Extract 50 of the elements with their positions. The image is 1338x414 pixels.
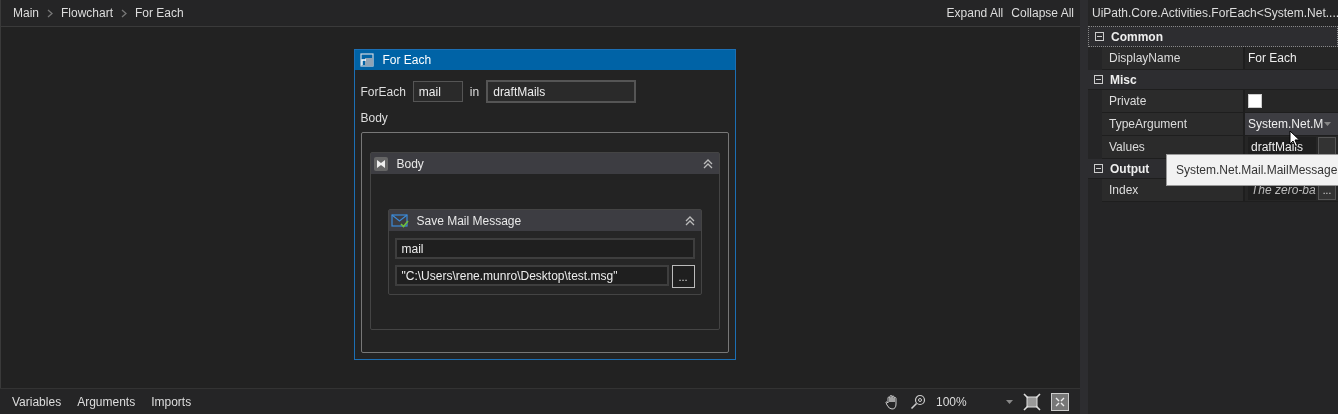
panel-tab[interactable]: Arguments (77, 394, 136, 409)
activity-title: Save Mail Message (416, 213, 523, 228)
category-label: Misc (1110, 72, 1137, 87)
chevron-icon (121, 8, 128, 18)
dropdown-caret-icon (1006, 399, 1013, 404)
breadcrumb-item[interactable]: Flowchart (61, 6, 114, 20)
reset-zoom-icon (1051, 392, 1069, 411)
zoom-icon (910, 393, 926, 410)
hand-icon (884, 393, 900, 410)
panel-tab[interactable]: Variables (12, 394, 62, 409)
fit-screen-icon (1023, 392, 1041, 411)
dropdown-caret-icon (1324, 122, 1331, 126)
collapse-icon (702, 158, 713, 169)
sequence-icon (372, 155, 389, 172)
type-dropdown[interactable]: System.Net.M (1245, 113, 1338, 135)
collapse-icon (684, 215, 695, 226)
field-label: in (469, 84, 480, 99)
collapse-icon[interactable] (1094, 164, 1103, 173)
breadcrumb-item[interactable]: For Each (135, 6, 184, 20)
item-field[interactable]: mail (412, 81, 463, 102)
property-name: TypeArgument (1102, 113, 1245, 135)
envelope-icon (390, 213, 409, 228)
message-field[interactable]: mail (394, 238, 695, 259)
browse-button[interactable] (1318, 137, 1336, 157)
zoom-dropdown[interactable]: 100% (936, 394, 996, 409)
sequence-title: Body (396, 156, 425, 171)
section-label: Body (359, 110, 389, 125)
panel-title: UiPath.Core.Activities.ForEach<System.Net.... (1091, 5, 1338, 22)
toolbar-link[interactable]: Expand All (946, 6, 1004, 20)
sequence-card[interactable]: Body Save Mail Message mail "C:\Users\rene.munro\Desktop\test.msg" ... (369, 152, 720, 330)
activity-card[interactable]: For Each ForEach mail in draftMails Body Body Save Mail Message mail "C:\Users\rene.munro\Desktop\test.msg" ... (353, 49, 736, 360)
values-field[interactable]: draftMails (486, 80, 637, 103)
collapse-icon[interactable] (1095, 32, 1104, 41)
toolbar-link[interactable]: Collapse All (1011, 6, 1074, 20)
checkbox[interactable] (1248, 94, 1262, 108)
activity-title: For Each (382, 53, 432, 67)
property-name: DisplayName (1102, 47, 1245, 69)
collapse-icon[interactable] (1094, 75, 1103, 84)
breadcrumb-item[interactable]: Main (13, 6, 39, 20)
category-label: Common (1111, 29, 1163, 44)
path-field[interactable]: "C:\Users\rene.munro\Desktop\test.msg" (394, 265, 669, 286)
property-value[interactable]: For Each (1248, 51, 1297, 65)
chevron-icon (47, 8, 53, 18)
activity-card[interactable]: Save Mail Message mail "C:\Users\rene.munro\Desktop\test.msg" ... (387, 209, 702, 295)
browse-button[interactable]: ... (671, 265, 695, 288)
tooltip: System.Net.Mail.MailMessage (1166, 154, 1338, 186)
field-label: ForEach (360, 84, 406, 99)
panel-tab[interactable]: Imports (151, 394, 192, 409)
category-label: Output (1110, 161, 1150, 176)
property-name: Private (1102, 90, 1245, 112)
